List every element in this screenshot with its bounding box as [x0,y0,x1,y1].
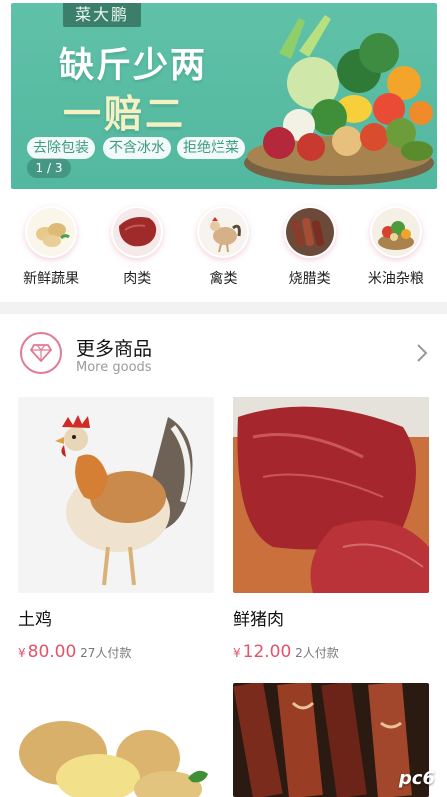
price-row: ¥80.00 27人付款 [18,642,216,662]
category-label: 烧腊类 [288,271,331,287]
category-grains[interactable]: 米油杂粮 [356,196,436,294]
product-card[interactable] [18,683,216,797]
banner-pill: 去除包装 [27,137,95,159]
category-meat[interactable]: 肉类 [97,196,177,294]
product-image[interactable] [18,683,214,797]
section-subtitle: More goods [76,360,152,375]
category-cured-meat[interactable]: 烧腊类 [270,196,350,294]
section-title: 更多商品 [76,338,153,360]
category-label: 禽类 [209,271,238,287]
category-poultry[interactable]: 禽类 [183,196,263,294]
currency-symbol: ¥ [18,646,26,660]
potato-icon [25,206,78,258]
currency-symbol: ¥ [233,646,241,660]
brand-tag: 菜大鹏 [63,3,142,27]
paid-count: 2人付款 [295,646,339,660]
section-divider [0,302,447,314]
banner-headline: 缺斤少两 [59,46,208,86]
banner-pill: 拒绝烂菜 [177,137,245,159]
diamond-icon [20,332,62,374]
promo-banner[interactable]: 菜大鹏 缺斤少两 一赔二 去除包装 不含冰水 拒绝烂菜 1 / 3 [11,3,437,189]
meat-icon [111,206,164,258]
carousel-indicator: 1 / 3 [27,158,71,178]
chevron-right-icon[interactable] [414,342,430,364]
product-name: 土鸡 [18,610,52,630]
category-fresh-produce[interactable]: 新鲜蔬果 [11,196,91,294]
product-card[interactable]: 鲜猪肉 ¥12.00 2人付款 [233,397,431,662]
more-goods-header[interactable]: 更多商品 More goods [20,328,430,382]
banner-subheadline: 一赔二 [63,92,187,136]
product-price: 80.00 [27,642,77,662]
banner-pill: 不含冰水 [103,137,171,159]
price-row: ¥12.00 2人付款 [233,642,431,662]
cured-meat-icon [283,206,336,258]
category-label: 米油杂粮 [367,271,424,287]
product-name: 鲜猪肉 [233,610,284,630]
category-label: 新鲜蔬果 [23,271,80,287]
category-bar: 新鲜蔬果 肉类 禽类 烧腊类 米油杂粮 [0,196,447,294]
category-label: 肉类 [123,271,152,287]
grain-basket-icon [369,206,422,258]
product-price: 12.00 [242,642,292,662]
product-image[interactable] [233,397,429,593]
watermark-logo: pc6 [398,768,435,789]
paid-count: 27人付款 [80,646,132,660]
product-image[interactable] [18,397,214,593]
chicken-icon [197,206,250,258]
product-card[interactable]: 土鸡 ¥80.00 27人付款 [18,397,216,662]
vegetable-basket-image [244,15,434,185]
